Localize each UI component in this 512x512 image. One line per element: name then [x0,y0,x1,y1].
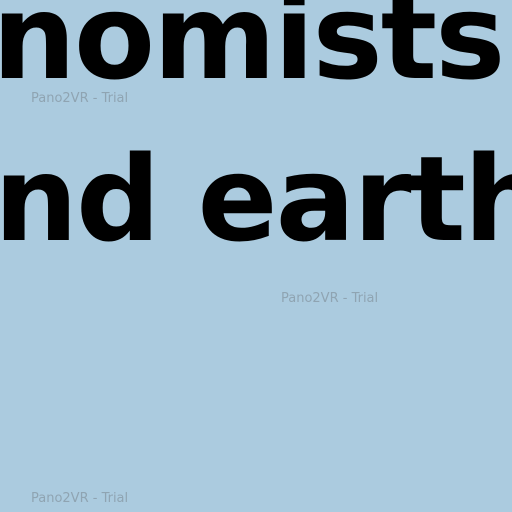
trial-watermark: Pano2VR - Trial [281,291,379,306]
panorama-text-line-2: nd earth [0,130,512,268]
trial-watermark: Pano2VR - Trial [31,91,129,106]
panorama-view[interactable]: nomists nd earth Pano2VR - Trial Pano2VR… [0,0,512,512]
panorama-text-line-1: nomists [0,0,505,106]
trial-watermark: Pano2VR - Trial [31,491,129,506]
